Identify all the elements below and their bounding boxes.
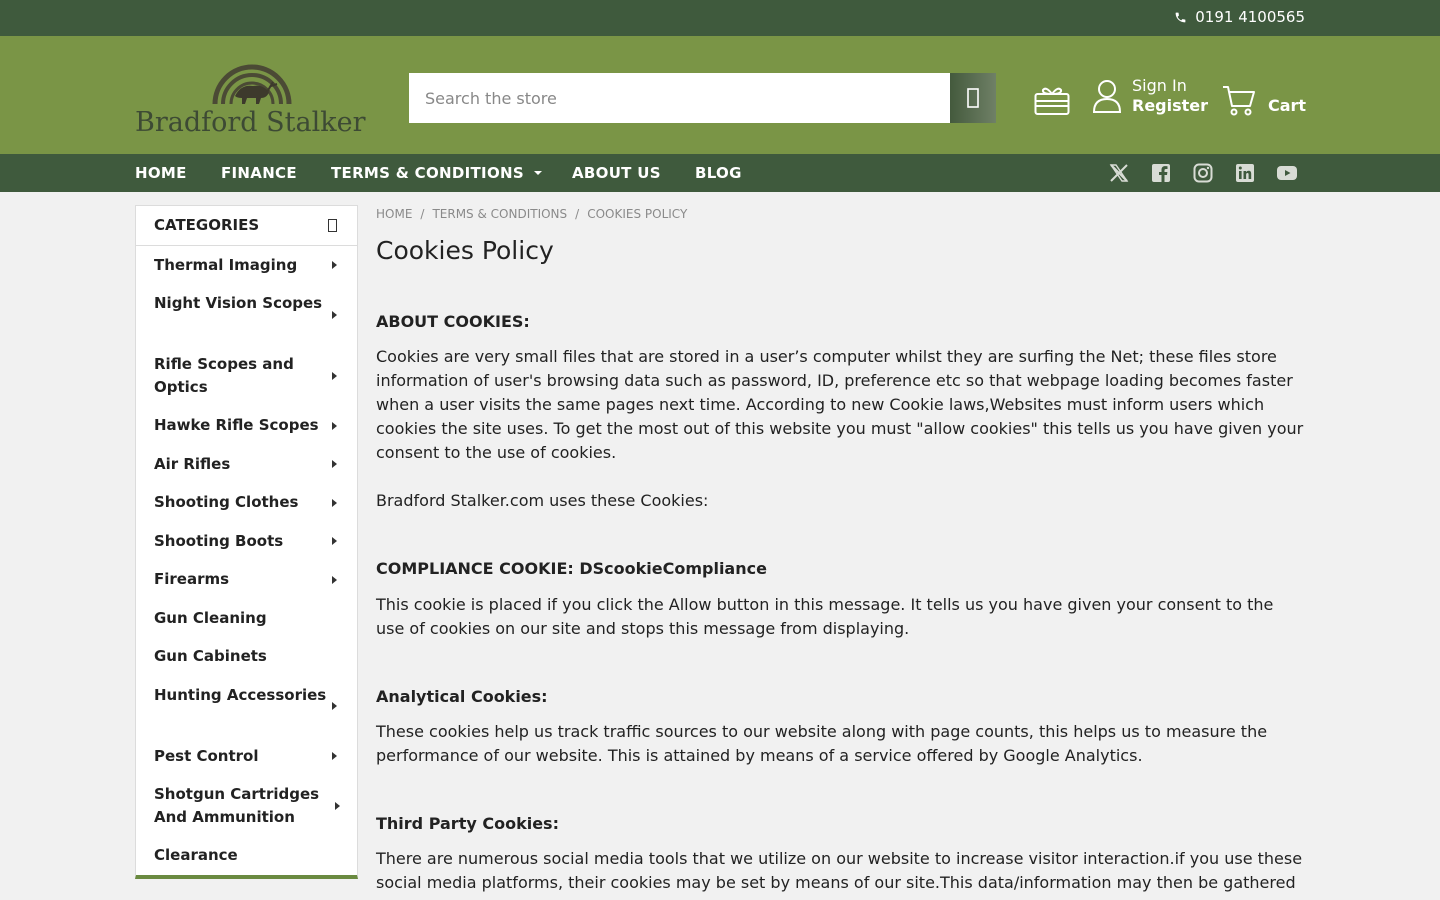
- search-form: [409, 73, 996, 123]
- category-pest-control[interactable]: Pest Control: [154, 745, 344, 768]
- top-bar: 0191 4100565: [0, 0, 1440, 36]
- chevron-down-icon: [534, 171, 543, 175]
- category-label: Clearance: [154, 846, 238, 864]
- category-label: Firearms: [154, 570, 230, 588]
- page-title: Cookies Policy: [376, 236, 554, 265]
- site-header: Bradford Stalker Sign In Register: [0, 36, 1440, 154]
- category-label: Hawke Rifle Scopes: [154, 416, 319, 434]
- breadcrumb-separator: /: [420, 207, 425, 221]
- breadcrumb-home[interactable]: HOME: [376, 207, 412, 221]
- search-input[interactable]: [409, 73, 950, 123]
- nav-item-terms[interactable]: TERMS & CONDITIONS: [331, 164, 543, 182]
- breadcrumb-separator: /: [575, 207, 580, 221]
- cart-icon: [1223, 86, 1255, 116]
- category-label: Thermal Imaging: [154, 256, 298, 274]
- category-gun-cleaning[interactable]: Gun Cleaning: [154, 607, 344, 630]
- caret-right-icon[interactable]: [332, 422, 337, 430]
- analytical-cookies-text: These cookies help us track traffic sour…: [376, 722, 1268, 765]
- x-icon: [1109, 164, 1129, 182]
- category-label: Shotgun Cartridges And Ammunition: [154, 785, 320, 826]
- compliance-cookie-heading: COMPLIANCE COOKIE: DScookieCompliance: [376, 559, 767, 578]
- caret-right-icon[interactable]: [332, 702, 337, 710]
- main-nav: HOME FINANCE TERMS & CONDITIONS ABOUT US…: [0, 154, 1440, 192]
- category-label: Gun Cleaning: [154, 609, 267, 627]
- caret-right-icon[interactable]: [332, 576, 337, 584]
- instagram-link[interactable]: [1192, 162, 1214, 184]
- breadcrumb: HOME / TERMS & CONDITIONS / COOKIES POLICY: [376, 207, 687, 221]
- youtube-link[interactable]: [1276, 162, 1298, 184]
- categories-title: CATEGORIES: [154, 216, 260, 234]
- nav-item-finance[interactable]: FINANCE: [221, 164, 297, 182]
- breadcrumb-terms[interactable]: TERMS & CONDITIONS: [432, 207, 567, 221]
- category-rifle-scopes-optics[interactable]: Rifle Scopes and Optics: [154, 353, 344, 399]
- register-link[interactable]: Register: [1132, 96, 1208, 116]
- caret-right-icon[interactable]: [332, 460, 337, 468]
- linkedin-icon: [1236, 164, 1254, 182]
- collapse-toggle-icon[interactable]: [328, 219, 337, 232]
- category-thermal-imaging[interactable]: Thermal Imaging: [154, 254, 344, 277]
- instagram-icon: [1193, 163, 1213, 183]
- about-cookies-heading: ABOUT COOKIES:: [376, 312, 530, 331]
- about-cookies-text: Cookies are very small files that are st…: [376, 347, 1304, 462]
- third-party-cookies-heading: Third Party Cookies:: [376, 814, 559, 833]
- caret-right-icon[interactable]: [332, 261, 337, 269]
- category-hunting-accessories[interactable]: Hunting Accessories: [154, 684, 344, 707]
- category-label: Gun Cabinets: [154, 647, 267, 665]
- categories-sidebar: CATEGORIES Thermal Imaging Night Vision …: [135, 205, 358, 879]
- category-label: Rifle Scopes and Optics: [154, 355, 294, 396]
- cart-link[interactable]: Cart: [1222, 84, 1306, 116]
- sign-in-link[interactable]: Sign In: [1132, 76, 1208, 96]
- cart-label: Cart: [1268, 95, 1307, 115]
- nav-item-home[interactable]: HOME: [135, 164, 187, 182]
- category-air-rifles[interactable]: Air Rifles: [154, 453, 344, 476]
- caret-right-icon[interactable]: [332, 752, 337, 760]
- category-firearms[interactable]: Firearms: [154, 568, 344, 591]
- linkedin-link[interactable]: [1234, 162, 1256, 184]
- category-shooting-clothes[interactable]: Shooting Clothes: [154, 491, 344, 514]
- nav-item-about[interactable]: ABOUT US: [572, 164, 661, 182]
- category-night-vision-scopes[interactable]: Night Vision Scopes: [154, 292, 344, 315]
- caret-right-icon[interactable]: [332, 311, 337, 319]
- gift-card-icon: [1034, 87, 1070, 115]
- phone-icon: [1175, 12, 1186, 22]
- phone-number: 0191 4100565: [1195, 8, 1305, 26]
- phone-link[interactable]: 0191 4100565: [1174, 8, 1305, 26]
- stag-emblem-icon: [212, 64, 292, 105]
- categories-header[interactable]: CATEGORIES: [136, 206, 357, 246]
- youtube-icon: [1277, 166, 1297, 180]
- x-link[interactable]: [1108, 162, 1130, 184]
- facebook-icon: [1152, 164, 1170, 182]
- category-label: Air Rifles: [154, 455, 231, 473]
- caret-right-icon[interactable]: [335, 802, 340, 810]
- category-label: Hunting Accessories: [154, 686, 327, 704]
- third-party-cookies-text: There are numerous social media tools th…: [376, 849, 1303, 892]
- caret-right-icon[interactable]: [332, 499, 337, 507]
- category-label: Night Vision Scopes: [154, 294, 323, 312]
- site-logo[interactable]: Bradford Stalker: [135, 46, 377, 138]
- category-clearance[interactable]: Clearance: [154, 844, 344, 867]
- category-gun-cabinets[interactable]: Gun Cabinets: [154, 645, 344, 668]
- category-label: Shooting Boots: [154, 532, 284, 550]
- caret-right-icon[interactable]: [332, 372, 337, 380]
- user-icon: [1092, 80, 1122, 113]
- compliance-cookie-text: This cookie is placed if you click the A…: [376, 595, 1274, 638]
- nav-item-blog[interactable]: BLOG: [695, 164, 742, 182]
- category-label: Shooting Clothes: [154, 493, 299, 511]
- category-shotgun-cartridges[interactable]: Shotgun Cartridges And Ammunition: [154, 783, 329, 829]
- cookies-used-text: Bradford Stalker.com uses these Cookies:: [376, 491, 709, 510]
- category-shooting-boots[interactable]: Shooting Boots: [154, 530, 344, 553]
- facebook-link[interactable]: [1150, 162, 1172, 184]
- category-label: Pest Control: [154, 747, 259, 765]
- caret-right-icon[interactable]: [332, 537, 337, 545]
- search-button[interactable]: [950, 73, 996, 123]
- logo-text: Bradford Stalker: [135, 107, 366, 138]
- analytical-cookies-heading: Analytical Cookies:: [376, 687, 548, 706]
- gift-certificate-link[interactable]: [1034, 86, 1070, 120]
- search-icon: [967, 88, 979, 108]
- account-links: Sign In Register: [1092, 76, 1208, 116]
- breadcrumb-current: COOKIES POLICY: [587, 207, 688, 221]
- nav-item-terms-label: TERMS & CONDITIONS: [331, 164, 524, 182]
- category-hawke-rifle-scopes[interactable]: Hawke Rifle Scopes: [154, 414, 354, 437]
